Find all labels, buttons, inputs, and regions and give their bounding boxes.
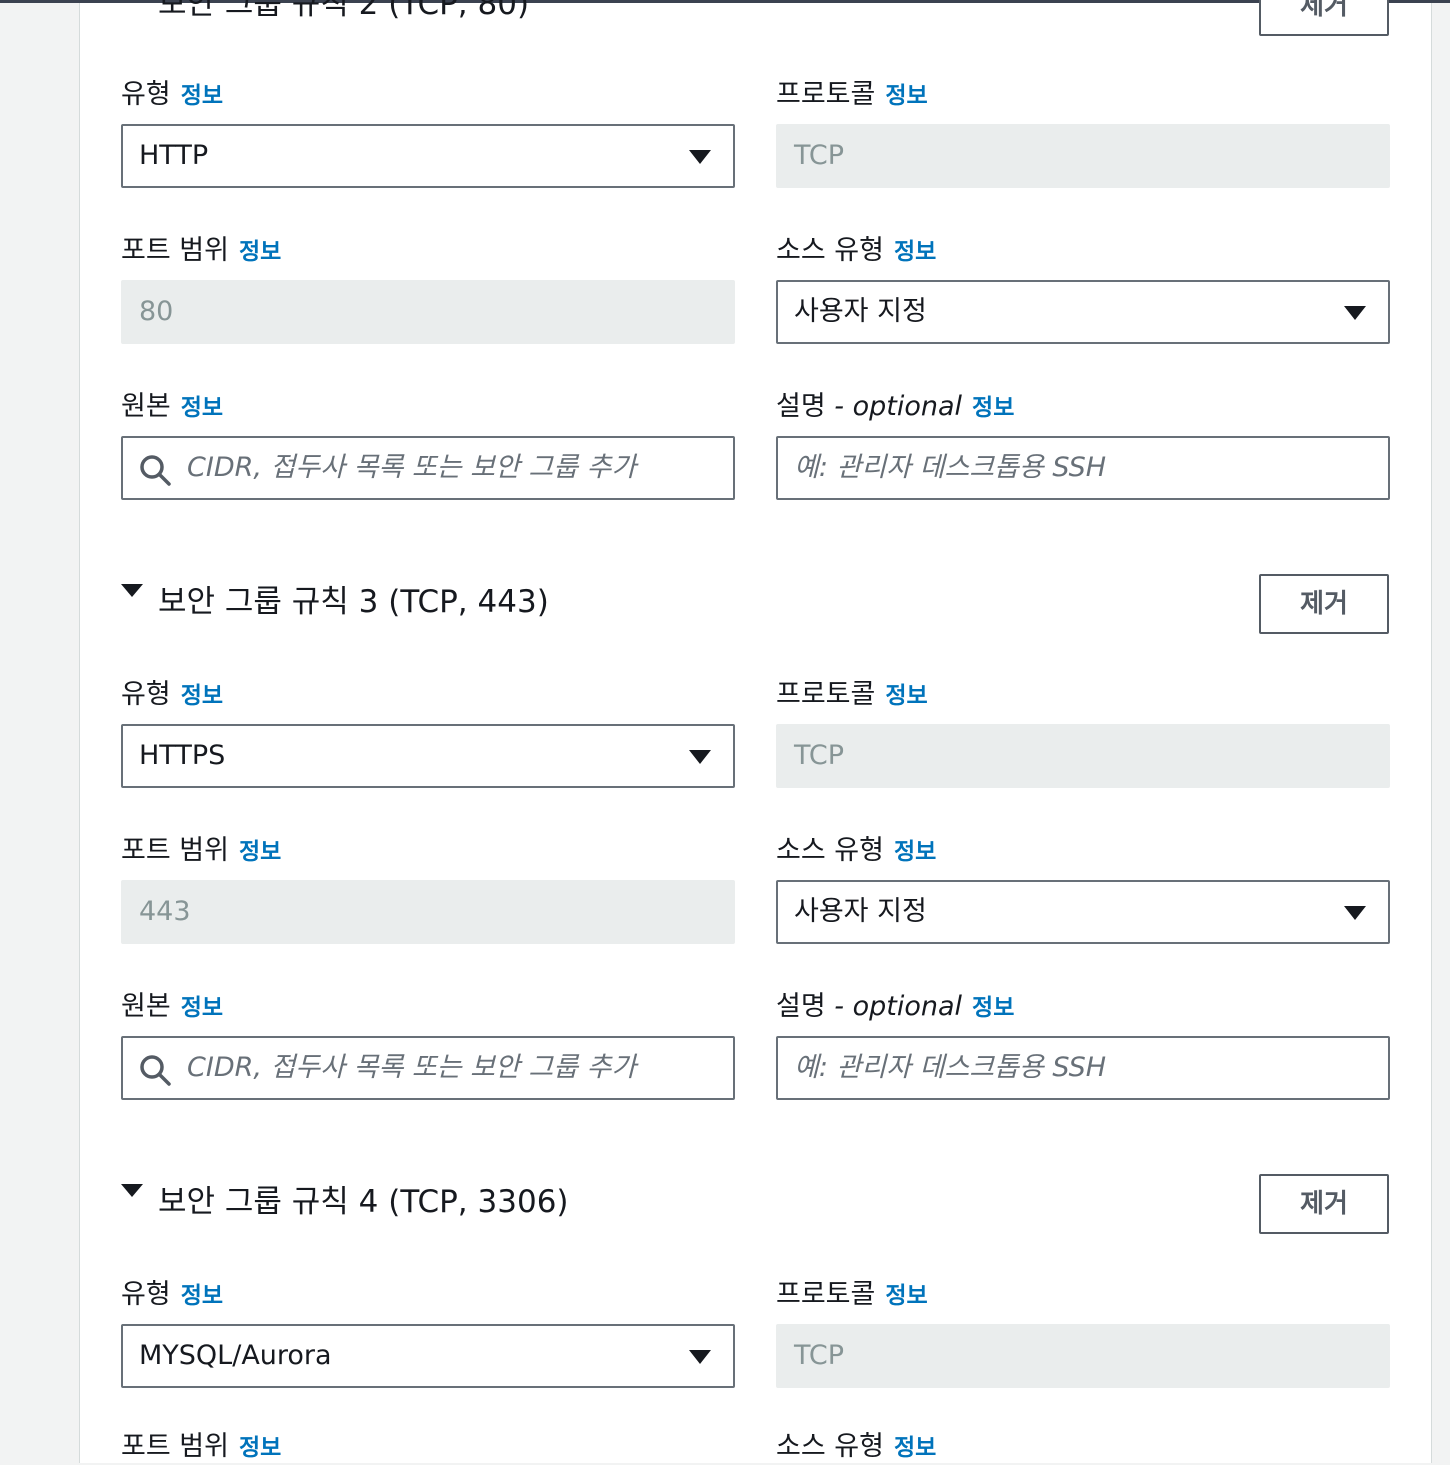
info-link[interactable]: 정보: [239, 1435, 281, 1461]
info-link[interactable]: 정보: [239, 839, 281, 865]
source-type-select[interactable]: 사용자 지정: [776, 280, 1390, 344]
info-link[interactable]: 정보: [181, 995, 223, 1021]
remove-rule-button[interactable]: 제거: [1259, 1174, 1389, 1234]
rule-header-2: 보안 그룹 규칙 2 (TCP, 80) 제거: [121, 0, 1391, 40]
source-type-label: 소스 유형 정보: [776, 835, 937, 866]
info-link[interactable]: 정보: [972, 995, 1014, 1021]
source-label: 원본 정보: [121, 391, 224, 422]
info-link[interactable]: 정보: [885, 1283, 927, 1309]
protocol-field: TCP: [776, 1324, 1390, 1388]
info-link[interactable]: 정보: [894, 839, 936, 865]
source-search-input[interactable]: CIDR, 접두사 목록 또는 보안 그룹 추가: [121, 1036, 735, 1100]
source-label: 원본 정보: [121, 991, 224, 1022]
port-range-field: 80: [121, 280, 735, 344]
caret-down-icon[interactable]: [121, 584, 143, 597]
source-type-label: 소스 유형 정보: [776, 1431, 937, 1462]
search-icon: [140, 1055, 171, 1086]
type-label: 유형 정보: [121, 79, 224, 110]
description-input[interactable]: 예: 관리자 데스크톱용 SSH: [776, 1036, 1390, 1100]
port-range-label: 포트 범위 정보: [121, 235, 282, 266]
dropdown-arrow-icon: [1344, 906, 1366, 920]
rule-header-4: 보안 그룹 규칙 4 (TCP, 3306) 제거: [121, 1174, 1391, 1238]
info-link[interactable]: 정보: [972, 395, 1014, 421]
type-select[interactable]: MYSQL/Aurora: [121, 1324, 735, 1388]
protocol-field: TCP: [776, 124, 1390, 188]
port-range-field: 443: [121, 880, 735, 944]
port-range-label: 포트 범위 정보: [121, 835, 282, 866]
rule-header-3: 보안 그룹 규칙 3 (TCP, 443) 제거: [121, 574, 1391, 638]
protocol-field: TCP: [776, 724, 1390, 788]
source-type-select[interactable]: 사용자 지정: [776, 880, 1390, 944]
type-label: 유형 정보: [121, 1279, 224, 1310]
rule-title: 보안 그룹 규칙 3 (TCP, 443): [158, 584, 549, 620]
info-link[interactable]: 정보: [239, 239, 281, 265]
type-label: 유형 정보: [121, 679, 224, 710]
description-label: 설명 - optional 정보: [776, 391, 1015, 422]
source-type-label: 소스 유형 정보: [776, 235, 937, 266]
rule-title: 보안 그룹 규칙 4 (TCP, 3306): [158, 1184, 569, 1220]
info-link[interactable]: 정보: [894, 1435, 936, 1461]
port-range-label: 포트 범위 정보: [121, 1431, 282, 1462]
info-link[interactable]: 정보: [181, 1283, 223, 1309]
dropdown-arrow-icon: [689, 750, 711, 764]
info-link[interactable]: 정보: [885, 83, 927, 109]
info-link[interactable]: 정보: [181, 683, 223, 709]
search-icon: [140, 455, 171, 486]
protocol-label: 프로토콜 정보: [776, 79, 928, 110]
description-input[interactable]: 예: 관리자 데스크톱용 SSH: [776, 436, 1390, 500]
info-link[interactable]: 정보: [885, 683, 927, 709]
dropdown-arrow-icon: [1344, 306, 1366, 320]
dropdown-arrow-icon: [689, 1350, 711, 1364]
dropdown-arrow-icon: [689, 150, 711, 164]
description-label: 설명 - optional 정보: [776, 991, 1015, 1022]
rule-title: 보안 그룹 규칙 2 (TCP, 80): [158, 0, 530, 22]
type-select[interactable]: HTTP: [121, 124, 735, 188]
protocol-label: 프로토콜 정보: [776, 679, 928, 710]
source-search-input[interactable]: CIDR, 접두사 목록 또는 보안 그룹 추가: [121, 436, 735, 500]
protocol-label: 프로토콜 정보: [776, 1279, 928, 1310]
caret-down-icon[interactable]: [121, 1184, 143, 1197]
remove-rule-button[interactable]: 제거: [1259, 574, 1389, 634]
info-link[interactable]: 정보: [181, 395, 223, 421]
type-select[interactable]: HTTPS: [121, 724, 735, 788]
remove-rule-button[interactable]: 제거: [1259, 0, 1389, 36]
info-link[interactable]: 정보: [181, 83, 223, 109]
info-link[interactable]: 정보: [894, 239, 936, 265]
